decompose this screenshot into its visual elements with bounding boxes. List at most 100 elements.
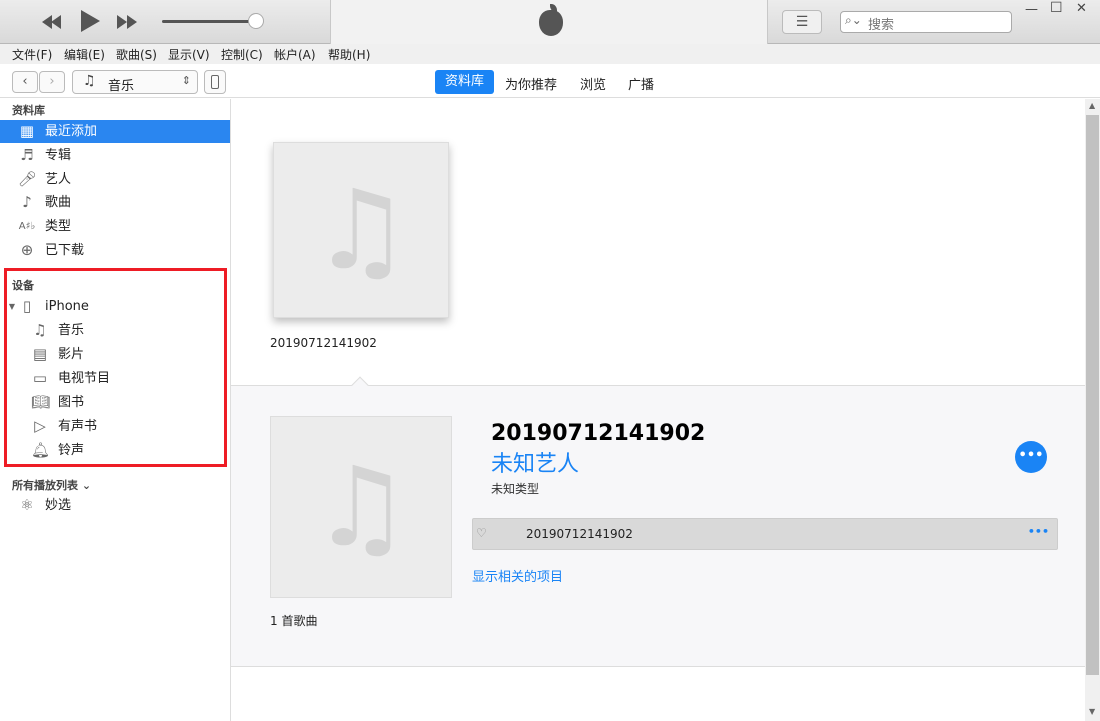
tab-radio[interactable]: 广播 <box>628 74 654 93</box>
sidebar-item-label: 歌曲 <box>45 195 72 210</box>
book-icon: 📖︎ <box>31 393 51 411</box>
volume-knob[interactable] <box>248 13 264 29</box>
sidebar-playlist-genius[interactable]: ⚛ 妙选 <box>0 494 230 517</box>
library-header: 资料库 <box>12 104 45 117</box>
sidebar-item-label: 音乐 <box>58 323 85 338</box>
menu-bar: 文件(F) 编辑(E) 歌曲(S) 显示(V) 控制(C) 帐户(A) 帮助(H… <box>0 44 1100 64</box>
audiobook-icon: ▷ <box>34 417 46 435</box>
sidebar-device-movies[interactable]: ▤ 影片 <box>0 343 230 366</box>
music-note-icon: ♫ <box>311 166 411 294</box>
search-icon: ⌕⌄ <box>845 13 862 27</box>
sidebar-item-downloaded[interactable]: ⊕ 已下载 <box>0 239 230 262</box>
sidebar-item-label: 铃声 <box>58 443 85 458</box>
sidebar-item-label: 艺人 <box>45 172 72 187</box>
album-detail-panel: ♫ 20190712141902 未知艺人 未知类型 ••• ♡ 2019071… <box>231 376 1085 667</box>
tab-browse[interactable]: 浏览 <box>580 74 606 93</box>
playlists-header[interactable]: 所有播放列表 ⌄ <box>12 477 91 493</box>
note-icon: ♪ <box>22 193 32 211</box>
iphone-device-button[interactable] <box>204 70 226 94</box>
apple-logo-icon <box>539 10 563 36</box>
sidebar-device-audiobooks[interactable]: ▷ 有声书 <box>0 415 230 438</box>
forward-button[interactable]: › <box>39 71 65 93</box>
nav-bar: ‹ › ♫ 音乐 ⇕ 资料库 为你推荐 浏览 广播 <box>0 64 1100 98</box>
album-artwork: ♫ <box>270 416 452 598</box>
tab-library[interactable]: 资料库 <box>435 70 494 94</box>
scroll-down-icon[interactable]: ▼ <box>1089 707 1095 716</box>
song-more-icon[interactable]: ••• <box>1028 525 1049 538</box>
song-row[interactable]: ♡ 20190712141902 ••• <box>472 518 1058 550</box>
tab-for-you[interactable]: 为你推荐 <box>505 74 557 93</box>
more-options-button[interactable]: ••• <box>1015 441 1047 473</box>
genre-label: 未知类型 <box>491 482 540 496</box>
sidebar-item-artists[interactable]: 🎤︎ 艺人 <box>0 168 230 191</box>
sidebar-item-label: 有声书 <box>58 419 98 434</box>
sidebar-item-label: 最近添加 <box>45 124 98 139</box>
minimize-button[interactable]: — <box>1025 2 1038 17</box>
caret-pointer <box>351 376 369 394</box>
heart-icon[interactable]: ♡ <box>476 526 487 540</box>
grid-icon: ▦ <box>19 122 35 140</box>
phone-icon <box>211 75 219 89</box>
status-display <box>330 0 768 44</box>
sidebar-device-books[interactable]: 📖︎ 图书 <box>0 391 230 414</box>
show-related-link[interactable]: 显示相关的项目 <box>472 566 563 585</box>
sidebar-item-songs[interactable]: ♪ 歌曲 <box>0 191 230 214</box>
menu-file[interactable]: 文件(F) <box>12 46 52 63</box>
main-content: ♫ 20190712141902 ♫ 20190712141902 未知艺人 未… <box>231 99 1085 721</box>
sidebar-item-label: 专辑 <box>45 148 72 163</box>
sidebar-item-label: iPhone <box>45 299 89 314</box>
sidebar-device-music[interactable]: ♫ 音乐 <box>0 319 230 342</box>
back-button[interactable]: ‹ <box>12 71 38 93</box>
scrollbar-thumb[interactable] <box>1086 115 1099 675</box>
player-toolbar: ☰ ⌕⌄ 搜索 — ☐ ✕ <box>0 0 1100 44</box>
music-note-icon: ♫ <box>83 73 96 89</box>
sidebar-item-label: 妙选 <box>45 498 72 513</box>
album-caption[interactable]: 20190712141902 <box>270 336 377 350</box>
scroll-up-icon[interactable]: ▲ <box>1089 101 1095 110</box>
play-icon[interactable] <box>81 10 100 32</box>
volume-slider[interactable] <box>162 20 256 23</box>
song-count: 1 首歌曲 <box>270 614 318 628</box>
sidebar-item-label: 图书 <box>58 395 85 410</box>
sidebar-item-albums[interactable]: ♬ 专辑 <box>0 144 230 167</box>
fast-forward-icon[interactable] <box>117 15 127 29</box>
sidebar-item-genres[interactable]: A♯♭ 类型 <box>0 215 230 238</box>
download-icon: ⊕ <box>20 241 34 259</box>
fast-forward-icon-part <box>127 15 137 29</box>
sidebar-item-label: 已下载 <box>45 243 85 258</box>
maximize-button[interactable]: ☐ <box>1050 0 1063 16</box>
devices-header: 设备 <box>12 279 34 292</box>
sidebar-device-iphone[interactable]: ▼ ▯ iPhone <box>0 295 230 318</box>
search-input[interactable]: ⌕⌄ 搜索 <box>840 11 1012 33</box>
sidebar-device-tv[interactable]: ▭ 电视节目 <box>0 367 230 390</box>
menu-song[interactable]: 歌曲(S) <box>116 46 157 63</box>
sidebar-item-label: 类型 <box>45 219 72 234</box>
phone-icon: ▯ <box>22 297 32 315</box>
microphone-icon: 🎤︎ <box>18 170 38 188</box>
sidebar: 资料库 ▦ 最近添加 ♬ 专辑 🎤︎ 艺人 ♪ 歌曲 A♯♭ 类型 ⊕ 已下载 设备 ▼ ▯ i… <box>0 99 231 721</box>
bell-icon: 🔔︎ <box>31 441 51 459</box>
sidebar-item-label: 影片 <box>58 347 85 362</box>
genius-icon: ⚛ <box>20 496 34 514</box>
media-type-select[interactable]: ♫ 音乐 ⇕ <box>72 70 198 94</box>
menu-account[interactable]: 帐户(A) <box>274 46 316 63</box>
sidebar-device-tones[interactable]: 🔔︎ 铃声 <box>0 439 230 462</box>
album-icon: ♬ <box>20 146 34 164</box>
artist-link[interactable]: 未知艺人 <box>491 446 579 478</box>
playlists-header-label: 所有播放列表 <box>12 479 78 492</box>
music-note-icon: ♫ <box>311 443 411 571</box>
album-card[interactable]: ♫ <box>273 142 449 318</box>
menu-help[interactable]: 帮助(H) <box>328 46 370 63</box>
menu-controls[interactable]: 控制(C) <box>221 46 263 63</box>
sidebar-item-label: 电视节目 <box>58 371 111 386</box>
rewind-icon-part <box>51 15 61 29</box>
close-button[interactable]: ✕ <box>1076 1 1087 16</box>
album-title: 20190712141902 <box>491 421 706 446</box>
song-title: 20190712141902 <box>526 527 633 541</box>
search-placeholder: 搜索 <box>868 18 895 33</box>
list-view-button[interactable]: ☰ <box>782 10 822 34</box>
sidebar-item-recently-added[interactable]: ▦ 最近添加 <box>0 120 230 143</box>
menu-edit[interactable]: 编辑(E) <box>64 46 105 63</box>
menu-view[interactable]: 显示(V) <box>168 46 210 63</box>
scrollbar[interactable]: ▲ ▼ <box>1085 99 1100 721</box>
